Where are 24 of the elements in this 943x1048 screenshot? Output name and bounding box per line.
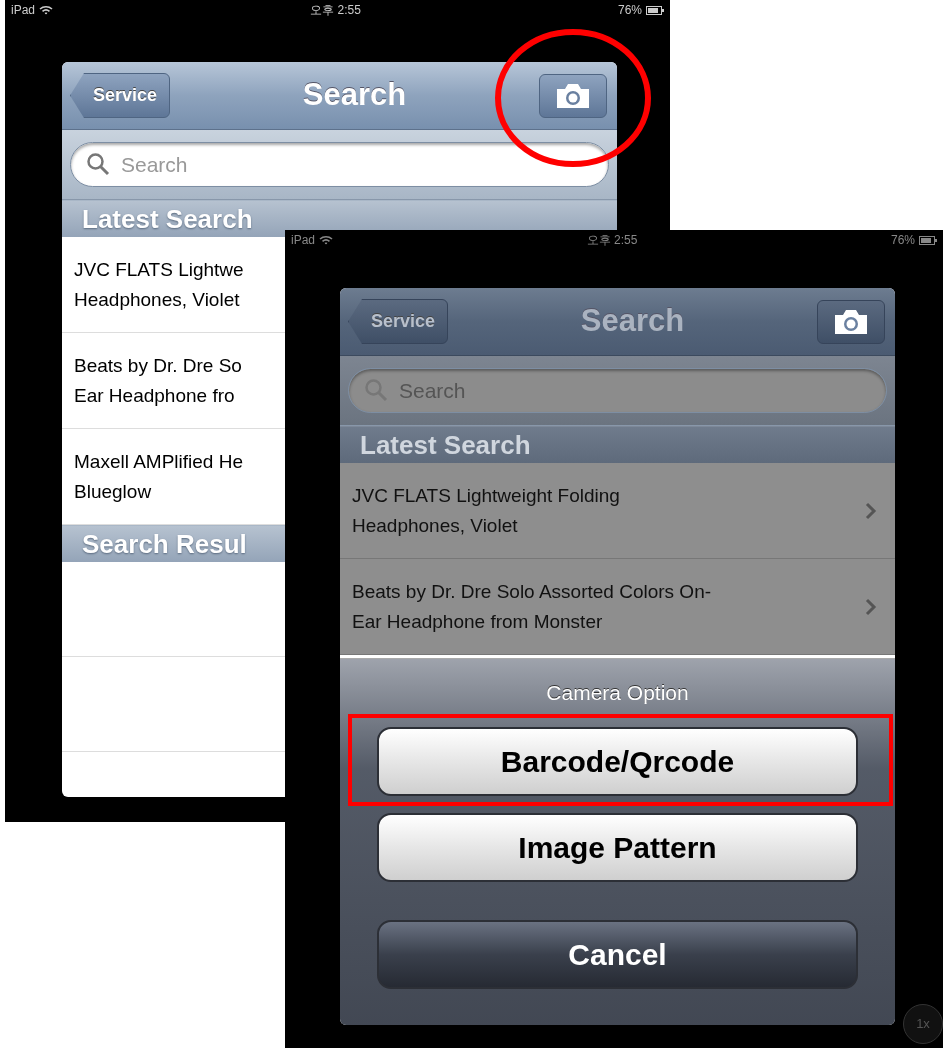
battery-icon	[646, 5, 664, 15]
battery-percent: 76%	[890, 232, 915, 249]
status-time: 오후 2:55	[310, 2, 361, 19]
screen-title: Search	[302, 76, 407, 115]
camera-icon	[833, 308, 869, 335]
row-text[interactable]: Beats by Dr. Dre So Ear Headphone fro	[74, 350, 242, 411]
camera-icon	[555, 82, 591, 109]
device-name: iPad	[11, 2, 36, 19]
option-button[interactable]: Image Pattern	[377, 812, 858, 882]
camera-button[interactable]	[817, 299, 885, 344]
option-button[interactable]: Barcode/Qrcode	[377, 726, 858, 796]
wifi-icon	[39, 5, 54, 15]
section-header: Latest Search	[340, 426, 895, 463]
search-field[interactable]: Search	[70, 142, 609, 187]
row-text[interactable]: Maxell AMPlified He Blueglow	[74, 446, 243, 507]
sheet-title: Camera Option	[546, 680, 689, 706]
row-text[interactable]: JVC FLATS Lightwe Headphones, Violet	[74, 254, 244, 315]
battery-percent: 76%	[617, 2, 642, 19]
cancel-button[interactable]: Cancel	[377, 919, 858, 989]
back-button[interactable]: Service	[348, 299, 449, 344]
battery-icon	[919, 235, 937, 245]
screen-title: Search	[580, 302, 685, 341]
wifi-icon	[319, 235, 334, 245]
camera-button[interactable]	[539, 73, 607, 118]
